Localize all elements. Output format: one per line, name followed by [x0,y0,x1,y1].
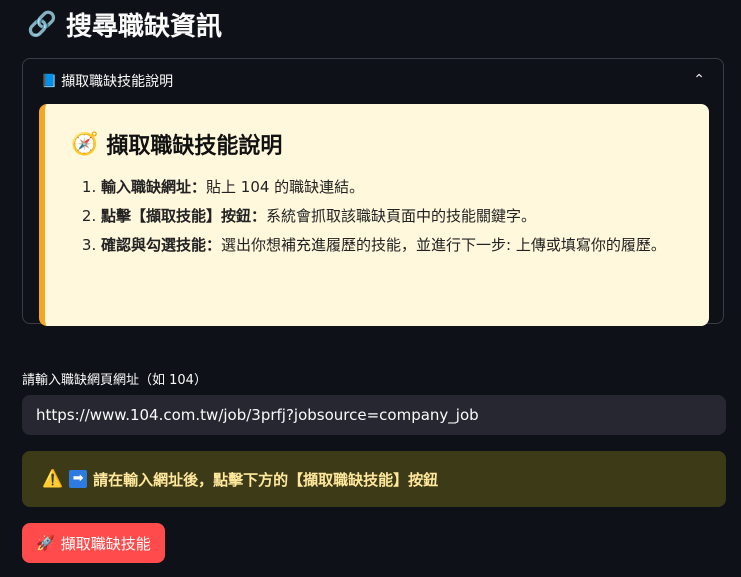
expander-header[interactable]: 📘 擷取職缺技能說明 ⌃ [23,59,723,103]
step-item: 確認與勾選技能：選出你想補充進履歷的技能，並進行下一步: 上傳或填寫你的履歷。 [101,232,701,259]
step-text: 系統會抓取該職缺頁面中的技能關鍵字。 [266,207,537,225]
page-title: 🔗 搜尋職缺資訊 [26,4,222,44]
step-text: 選出你想補充進履歷的技能，並進行下一步: 上傳或填寫你的履歷。 [221,236,666,254]
url-input[interactable] [22,395,726,435]
step-bold: 點擊【擷取技能】按鈕： [101,207,267,225]
steps-list: 輸入職缺網址：貼上 104 的職缺連結。 點擊【擷取技能】按鈕：系統會抓取該職缺… [73,174,701,261]
instructions-expander: 📘 擷取職缺技能說明 ⌃ 🧭 擷取職缺技能說明 輸入職缺網址：貼上 104 的職… [22,58,724,326]
instructions-card: 🧭 擷取職缺技能說明 輸入職缺網址：貼上 104 的職缺連結。 點擊【擷取技能】… [39,104,709,326]
warning-alert: ⚠️ ➡ 請在輸入網址後，點擊下方的【擷取職缺技能】按鈕 [22,451,726,507]
extract-skills-button[interactable]: 🚀 擷取職缺技能 [22,523,165,563]
extract-skills-button-label: 擷取職缺技能 [60,534,151,553]
warning-icon: ⚠️ [42,469,64,489]
link-icon: 🔗 [27,10,57,38]
compass-icon: 🧭 [71,131,99,157]
card-title: 🧭 擷取職缺技能說明 [71,128,282,160]
step-item: 點擊【擷取技能】按鈕：系統會抓取該職缺頁面中的技能關鍵字。 [101,203,701,230]
rocket-icon: 🚀 [36,534,55,552]
step-item: 輸入職缺網址：貼上 104 的職缺連結。 [101,174,701,201]
expander-header-label: 擷取職缺技能說明 [61,74,174,90]
blue-book-icon: 📘 [41,73,58,89]
step-bold: 輸入職缺網址： [101,178,207,196]
step-bold: 確認與勾選技能： [101,236,222,254]
alert-text: 請在輸入網址後，點擊下方的【擷取職缺技能】按鈕 [93,470,439,489]
step-text: 貼上 104 的職缺連結。 [206,178,365,196]
url-field-label: 請輸入職缺網頁網址（如 104） [22,373,207,388]
chevron-up-icon[interactable]: ⌃ [693,72,705,88]
page-title-text: 搜尋職缺資訊 [66,11,223,42]
right-arrow-icon: ➡ [69,470,88,488]
card-title-text: 擷取職缺技能說明 [106,134,283,159]
